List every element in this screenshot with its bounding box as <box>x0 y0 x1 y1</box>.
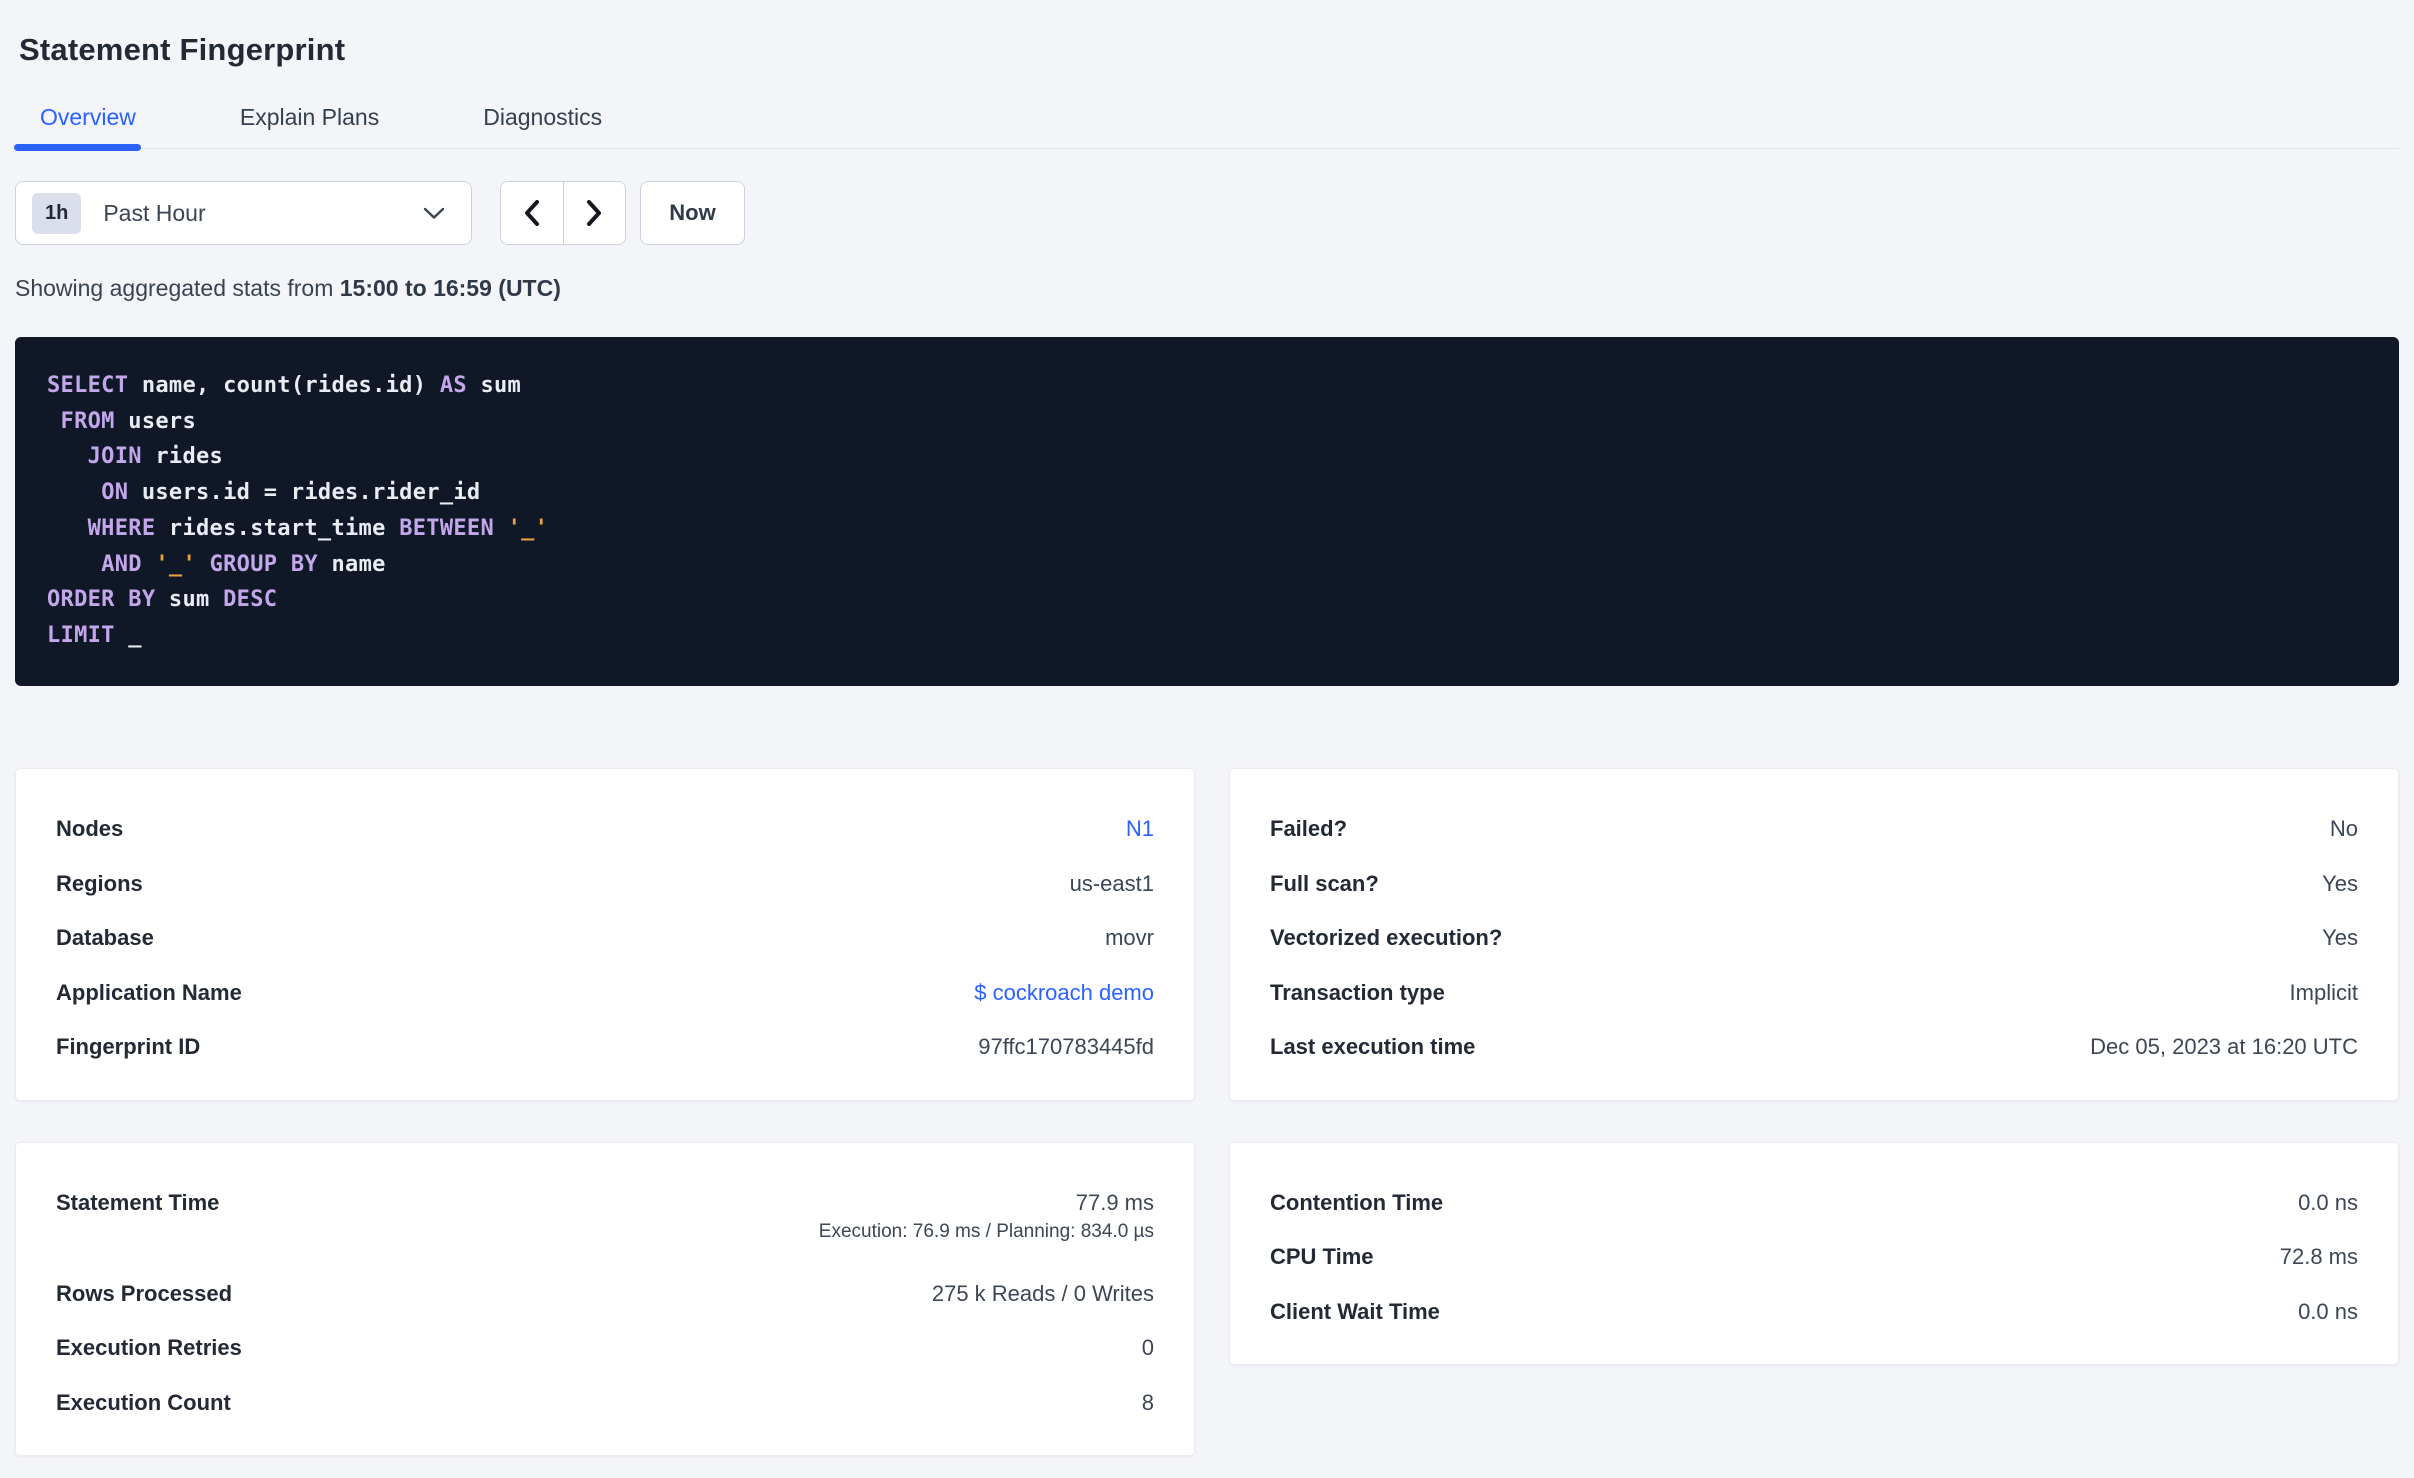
stat-subvalue: Execution: 76.9 ms / Planning: 834.0 µs <box>818 1220 1154 1242</box>
previous-time-button[interactable] <box>501 182 563 244</box>
sql-line: LIMIT _ <box>47 622 142 648</box>
stat-row-statement-time: Statement Time 77.9 ms Execution: 76.9 ms … <box>56 1176 1154 1267</box>
stat-value: Yes <box>2322 925 2358 951</box>
stat-row-full-scan: Full scan? Yes <box>1270 857 2358 912</box>
time-range-dropdown[interactable]: 1h Past Hour <box>15 181 472 245</box>
chevron-right-icon <box>584 199 604 227</box>
stat-row-vectorized-execution: Vectorized execution? Yes <box>1270 911 2358 966</box>
stat-label: Client Wait Time <box>1270 1298 1440 1324</box>
stat-value: No <box>2329 816 2358 842</box>
stat-row-contention-time: Contention Time 0.0 ns <box>1270 1176 2358 1231</box>
stat-row-client-wait-time: Client Wait Time 0.0 ns <box>1270 1285 2358 1340</box>
tab-explain-plans[interactable]: Explain Plans <box>240 104 379 148</box>
stat-value: 275 k Reads / 0 Writes <box>931 1280 1154 1306</box>
stat-label: Nodes <box>56 816 124 842</box>
stat-value-link[interactable]: N1 <box>1126 816 1154 842</box>
sql-line: WHERE rides.start_time BETWEEN '_' <box>87 515 549 541</box>
tabs-bar: Overview Explain Plans Diagnostics <box>14 104 2399 151</box>
wait-time-card: Contention Time 0.0 ns CPU Time 72.8 ms Clie… <box>1229 1141 2399 1365</box>
stat-row-execution-retries: Execution Retries 0 <box>56 1321 1154 1376</box>
stat-value: 77.9 ms <box>1075 1189 1154 1215</box>
stat-row-nodes: Nodes N1 <box>56 802 1154 857</box>
next-time-button[interactable] <box>562 182 625 244</box>
summary-cards-grid: Nodes N1 Regions us-east1 Database movr Applic… <box>15 768 2399 1456</box>
stat-label: Rows Processed <box>56 1280 233 1306</box>
time-step-button-group <box>500 181 626 245</box>
stat-label: Database <box>56 925 154 951</box>
sql-line: ORDER BY sum DESC <box>47 587 278 613</box>
stat-row-application-name: Application Name $ cockroach demo <box>56 966 1154 1021</box>
sql-line: ON users.id = rides.rider_id <box>101 480 481 506</box>
time-controls-row: 1h Past Hour Now <box>15 181 2399 245</box>
stat-label: Execution Retries <box>56 1335 242 1361</box>
statement-details-card: Nodes N1 Regions us-east1 Database movr Applic… <box>15 768 1195 1101</box>
sql-line: AND '_' GROUP BY name <box>101 551 386 577</box>
stat-value: us-east1 <box>1069 870 1154 896</box>
time-range-label: Past Hour <box>103 199 206 226</box>
sql-line: FROM users <box>60 408 197 434</box>
stat-row-failed: Failed? No <box>1270 802 2358 857</box>
stat-value: 72.8 ms <box>2279 1244 2358 1270</box>
stat-row-execution-count: Execution Count 8 <box>56 1376 1154 1431</box>
stat-row-regions: Regions us-east1 <box>56 857 1154 912</box>
stat-label: Transaction type <box>1270 979 1445 1005</box>
stat-value: 0.0 ns <box>2298 1298 2358 1324</box>
sql-line: JOIN rides <box>87 444 224 470</box>
stat-label: Failed? <box>1270 816 1348 842</box>
stat-label: CPU Time <box>1270 1244 1374 1270</box>
stat-row-fingerprint-id: Fingerprint ID 97ffc170783445fd <box>56 1020 1154 1075</box>
stat-value: Dec 05, 2023 at 16:20 UTC <box>2090 1034 2358 1060</box>
stat-value-link[interactable]: $ cockroach demo <box>974 980 1154 1006</box>
stat-row-cpu-time: CPU Time 72.8 ms <box>1270 1230 2358 1285</box>
stat-row-rows-processed: Rows Processed 275 k Reads / 0 Writes <box>56 1267 1154 1322</box>
stat-value: Implicit <box>2289 979 2358 1005</box>
statement-fingerprint-page: Statement Fingerprint Overview Explain Pl… <box>0 32 2414 1456</box>
sql-statement-box: SELECT name, count(rides.id) AS sum FROM… <box>15 337 2399 686</box>
chevron-down-icon <box>423 206 445 220</box>
stat-value: 8 <box>1141 1389 1154 1415</box>
stat-row-database: Database movr <box>56 911 1154 966</box>
execution-attributes-card: Failed? No Full scan? Yes Vectorized executi… <box>1229 768 2399 1101</box>
tab-overview[interactable]: Overview <box>14 104 141 151</box>
stat-label: Fingerprint ID <box>56 1034 201 1060</box>
stat-value: 0 <box>1141 1335 1154 1361</box>
aggregated-stats-line: Showing aggregated stats from 15:00 to 1… <box>15 275 2399 302</box>
stat-label: Vectorized execution? <box>1270 925 1503 951</box>
stat-label: Last execution time <box>1270 1034 1476 1060</box>
chevron-left-icon <box>522 199 542 227</box>
stat-value: 97ffc170783445fd <box>978 1034 1154 1060</box>
stat-label: Execution Count <box>56 1389 231 1415</box>
stat-label: Statement Time <box>56 1189 220 1215</box>
statement-time-card: Statement Time 77.9 ms Execution: 76.9 ms … <box>15 1141 1195 1456</box>
stat-label: Regions <box>56 870 143 896</box>
now-button[interactable]: Now <box>640 181 745 245</box>
stat-row-transaction-type: Transaction type Implicit <box>1270 966 2358 1021</box>
stat-label: Contention Time <box>1270 1189 1444 1215</box>
aggregated-stats-prefix: Showing aggregated stats from <box>15 275 340 301</box>
page-title: Statement Fingerprint <box>19 32 346 67</box>
stat-label: Application Name <box>56 979 242 1005</box>
sql-line: SELECT name, count(rides.id) AS sum <box>47 373 522 398</box>
aggregated-stats-range: 15:00 to 16:59 (UTC) <box>339 275 561 301</box>
stat-row-last-execution-time: Last execution time Dec 05, 2023 at 16:20… <box>1270 1020 2358 1075</box>
stat-value: Yes <box>2322 870 2358 896</box>
time-range-badge: 1h <box>32 192 82 234</box>
tab-diagnostics[interactable]: Diagnostics <box>483 104 602 148</box>
stat-value: movr <box>1105 925 1154 951</box>
stat-value: 0.0 ns <box>2298 1189 2358 1215</box>
stat-label: Full scan? <box>1270 870 1379 896</box>
